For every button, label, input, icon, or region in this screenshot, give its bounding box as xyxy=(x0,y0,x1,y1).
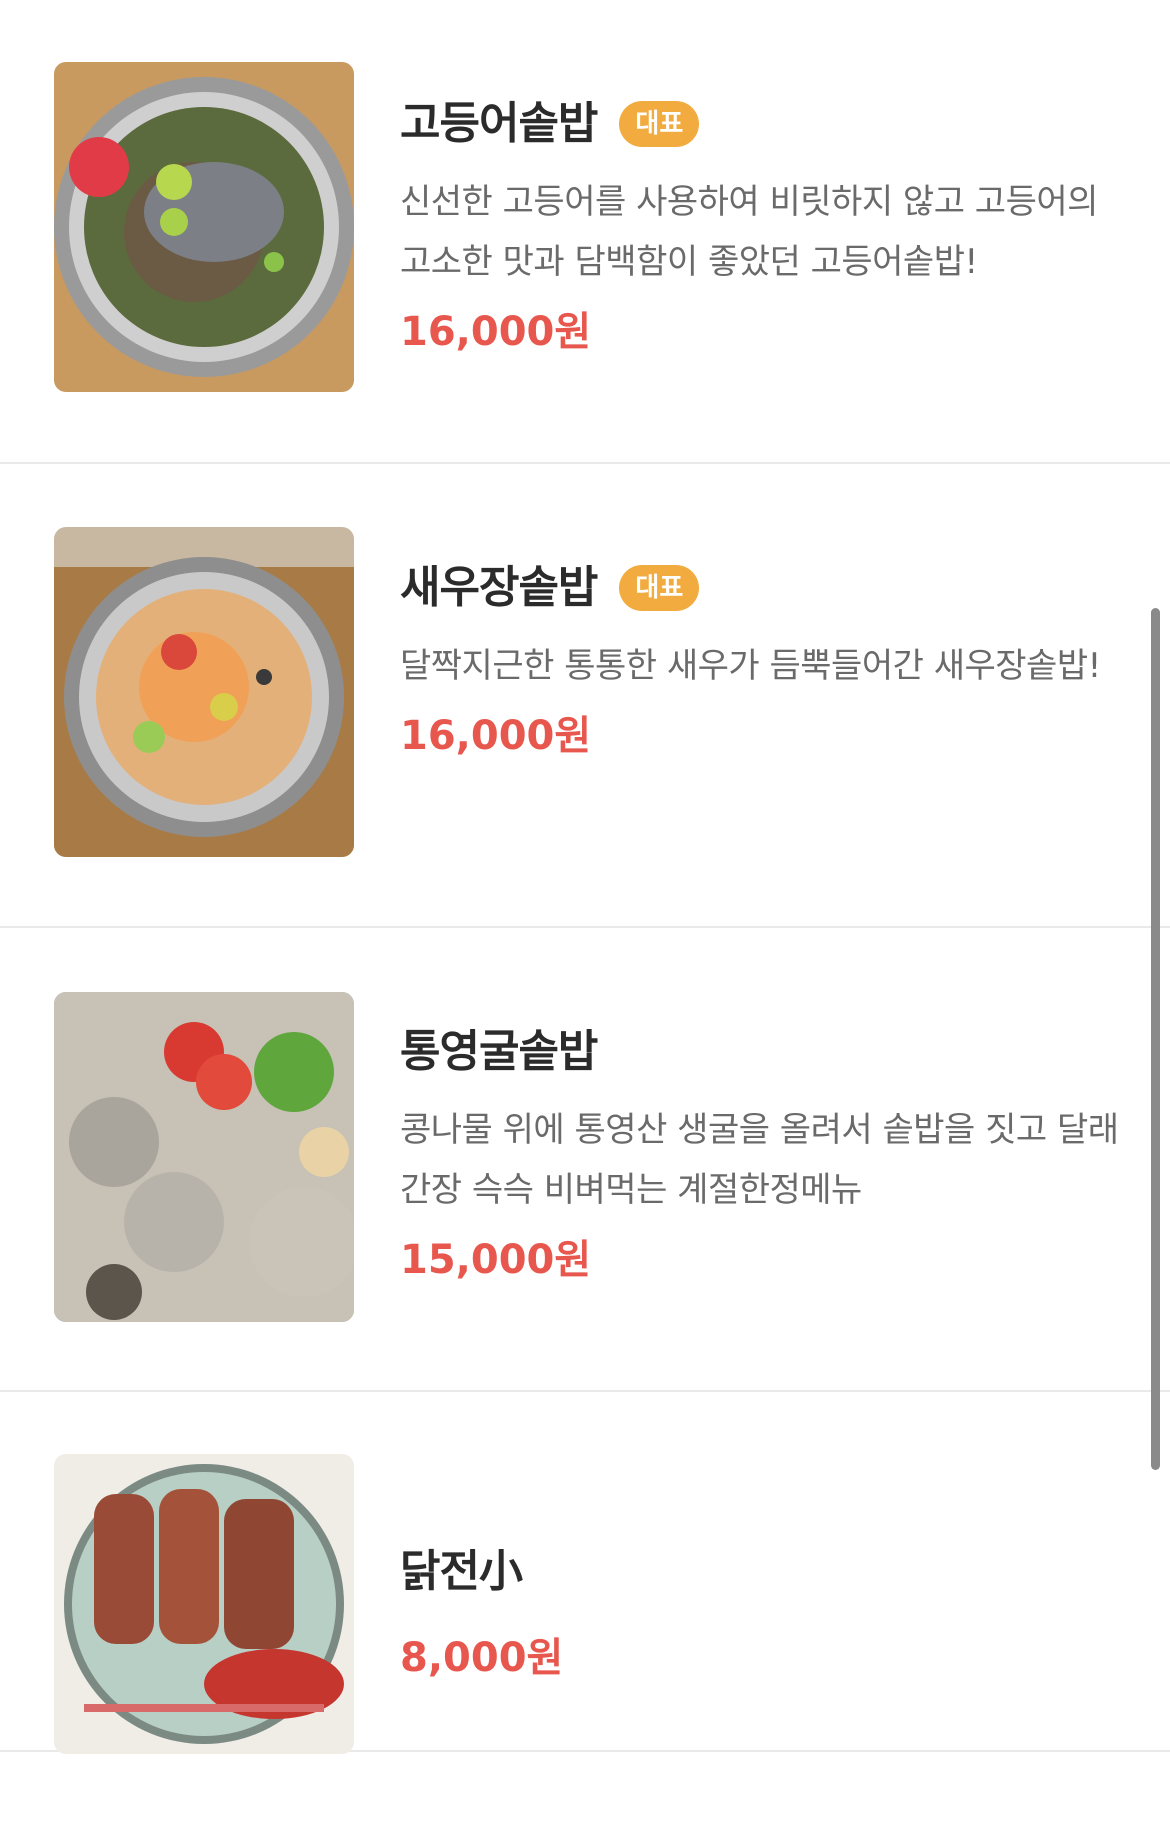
menu-item-image xyxy=(54,527,354,857)
menu-item-info: 닭전小 8,000원 xyxy=(400,1540,1130,1688)
menu-item-image xyxy=(54,1454,354,1754)
title-row: 닭전小 xyxy=(400,1540,1130,1604)
vertical-scrollbar[interactable] xyxy=(1151,608,1160,1470)
signature-badge: 대표 xyxy=(619,565,700,611)
menu-item-info: 새우장솥밥 대표 달짝지근한 통통한 새우가 듬뿍들어간 새우장솥밥! 16,0… xyxy=(400,556,1130,766)
menu-item-price: 15,000원 xyxy=(400,1237,592,1283)
menu-item-mackerel[interactable]: 고등어솥밥 대표 신선한 고등어를 사용하여 비릿하지 않고 고등어의 고소한 … xyxy=(0,0,1170,464)
menu-item-name: 고등어솥밥 xyxy=(400,98,598,149)
menu-list: 고등어솥밥 대표 신선한 고등어를 사용하여 비릿하지 않고 고등어의 고소한 … xyxy=(0,0,1170,1754)
menu-item-price: 8,000원 xyxy=(400,1635,564,1681)
title-row: 새우장솥밥 대표 xyxy=(400,556,1130,620)
oyster-sotbap-photo xyxy=(54,992,354,1322)
shrimp-sotbap-photo xyxy=(54,527,354,857)
menu-item-description: 콩나물 위에 통영산 생굴을 올려서 솥밥을 짓고 달래간장 슥슥 비벼먹는 계… xyxy=(400,1110,1119,1210)
title-row: 통영굴솥밥 xyxy=(400,1020,1130,1084)
title-row: 고등어솥밥 대표 xyxy=(400,92,1130,156)
menu-item-image xyxy=(54,62,354,392)
chicken-jeon-photo xyxy=(54,1454,354,1754)
menu-item-info: 통영굴솥밥 콩나물 위에 통영산 생굴을 올려서 솥밥을 짓고 달래간장 슥슥 … xyxy=(400,1020,1130,1290)
menu-item-description: 신선한 고등어를 사용하여 비릿하지 않고 고등어의 고소한 맛과 담백함이 좋… xyxy=(400,182,1098,282)
menu-page: 고등어솥밥 대표 신선한 고등어를 사용하여 비릿하지 않고 고등어의 고소한 … xyxy=(0,0,1170,1826)
menu-item-chicken-jeon[interactable]: 닭전小 8,000원 xyxy=(0,1392,1170,1754)
menu-item-shrimp[interactable]: 새우장솥밥 대표 달짝지근한 통통한 새우가 듬뿍들어간 새우장솥밥! 16,0… xyxy=(0,464,1170,928)
mackerel-sotbap-photo xyxy=(54,62,354,392)
menu-item-name: 새우장솥밥 xyxy=(400,562,598,613)
menu-item-name: 닭전小 xyxy=(400,1546,523,1597)
signature-badge: 대표 xyxy=(619,101,700,147)
menu-item-description: 달짝지근한 통통한 새우가 듬뿍들어간 새우장솥밥! xyxy=(400,646,1101,686)
menu-item-name: 통영굴솥밥 xyxy=(400,1026,598,1077)
menu-item-price: 16,000원 xyxy=(400,309,592,355)
menu-item-info: 고등어솥밥 대표 신선한 고등어를 사용하여 비릿하지 않고 고등어의 고소한 … xyxy=(400,92,1130,362)
menu-item-oyster[interactable]: 통영굴솥밥 콩나물 위에 통영산 생굴을 올려서 솥밥을 짓고 달래간장 슥슥 … xyxy=(0,928,1170,1392)
menu-item-image xyxy=(54,992,354,1322)
menu-item-price: 16,000원 xyxy=(400,713,592,759)
